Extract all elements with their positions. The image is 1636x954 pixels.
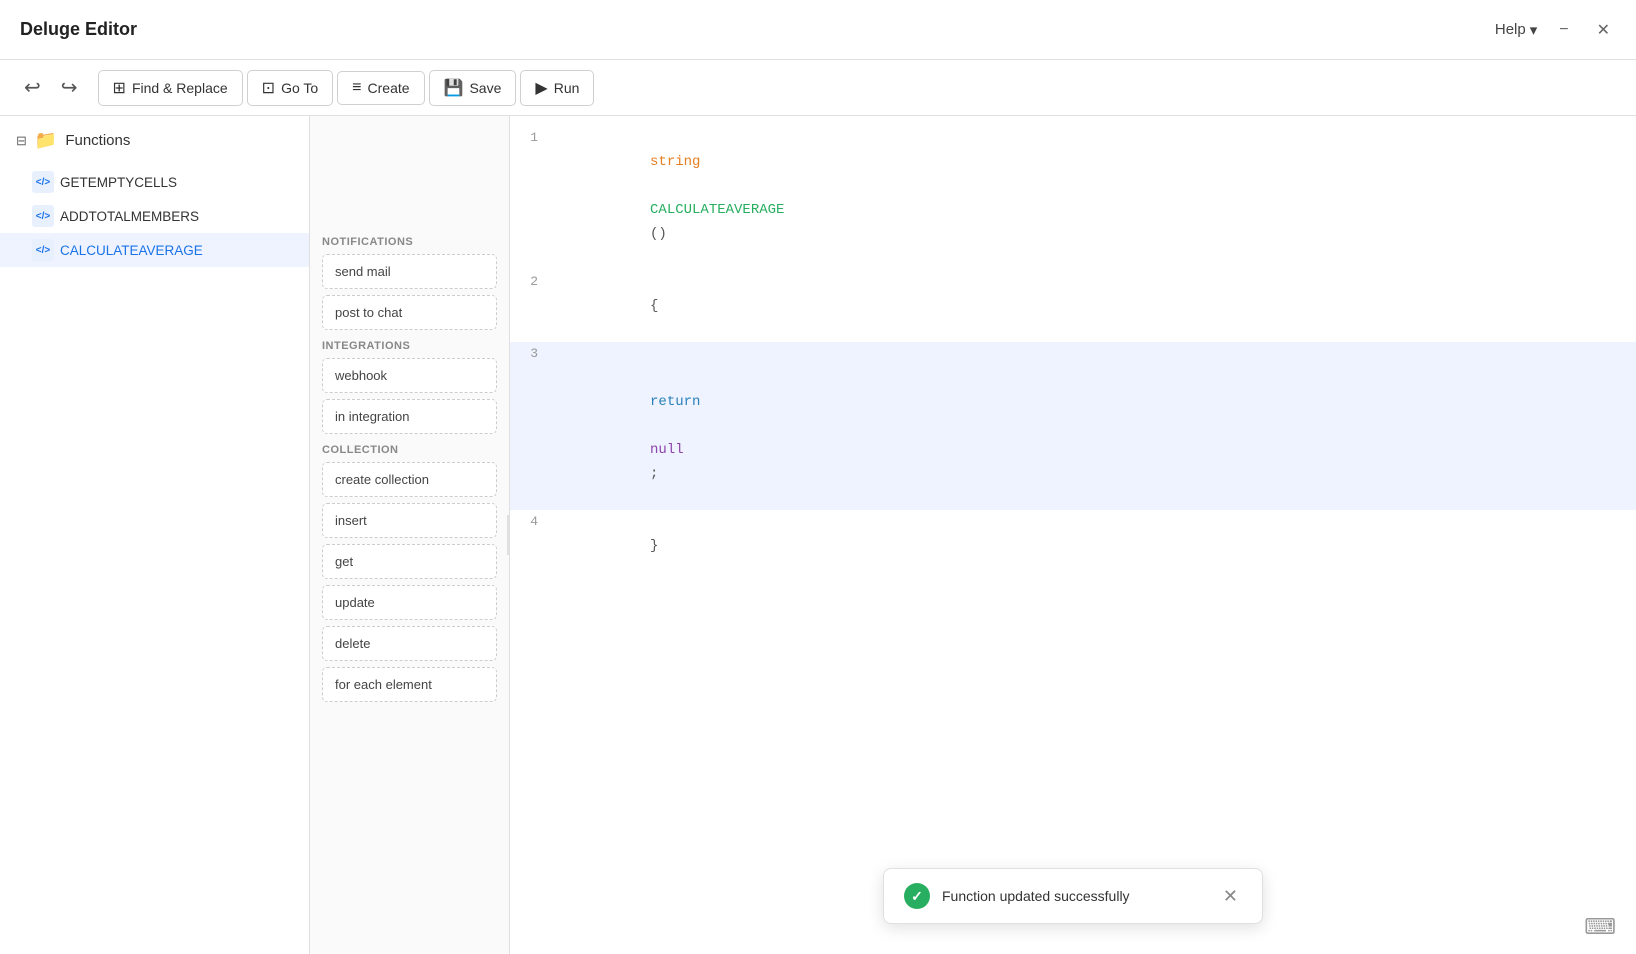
collection-section-label: COLLECTION xyxy=(322,444,497,456)
find-replace-button[interactable]: ⊞ Find & Replace xyxy=(98,70,243,106)
code-line-3: 3 return null ; xyxy=(510,342,1636,510)
snippet-panel: NOTIFICATIONS send mail post to chat INT… xyxy=(310,116,510,954)
fn-icon-addtotalmembers: </> xyxy=(32,205,54,227)
notifications-section-label: NOTIFICATIONS xyxy=(322,236,497,248)
fn-icon-calculateaverage: </> xyxy=(32,239,54,261)
titlebar: Deluge Editor Help ▾ − ✕ xyxy=(0,0,1636,60)
find-replace-icon: ⊞ xyxy=(113,78,126,98)
toast-close-button[interactable]: ✕ xyxy=(1219,884,1242,909)
delete-button[interactable]: delete xyxy=(322,626,497,661)
run-icon: ▶ xyxy=(535,78,547,98)
line-content-3: return null ; xyxy=(558,342,1636,510)
help-chevron-icon: ▾ xyxy=(1530,21,1538,39)
post-to-chat-button[interactable]: post to chat xyxy=(322,295,497,330)
sidebar: ⊟ 📁 Functions </> GETEMPTYCELLS </> ADDT… xyxy=(0,116,310,954)
code-line-2: 2 { xyxy=(510,270,1636,342)
main-layout: ⊟ 📁 Functions </> GETEMPTYCELLS </> ADDT… xyxy=(0,116,1636,954)
fn-icon-getemptycells: </> xyxy=(32,171,54,193)
sidebar-item-addtotalmembers[interactable]: </> ADDTOTALMEMBERS xyxy=(0,199,309,233)
goto-icon: ⊡ xyxy=(262,78,275,98)
save-icon: 💾 xyxy=(444,78,464,98)
goto-button[interactable]: ⊡ Go To xyxy=(247,70,334,106)
redo-button[interactable]: ↪ xyxy=(53,71,86,104)
folder-icon: 📁 xyxy=(35,130,57,151)
close-button[interactable]: ✕ xyxy=(1591,18,1616,42)
create-icon: ≡ xyxy=(352,79,361,97)
code-editor[interactable]: 1 string CALCULATEAVERAGE () 2 { 3 xyxy=(510,116,1636,954)
run-button[interactable]: ▶ Run xyxy=(520,70,594,106)
sidebar-item-getemptycells[interactable]: </> GETEMPTYCELLS xyxy=(0,165,309,199)
line-content-1: string CALCULATEAVERAGE () xyxy=(558,126,1636,270)
code-line-1: 1 string CALCULATEAVERAGE () xyxy=(510,126,1636,270)
update-button[interactable]: update xyxy=(322,585,497,620)
undo-button[interactable]: ↩ xyxy=(16,71,49,104)
send-mail-button[interactable]: send mail xyxy=(322,254,497,289)
titlebar-right: Help ▾ − ✕ xyxy=(1495,18,1616,42)
line-number-2: 2 xyxy=(510,270,558,294)
line-content-2: { xyxy=(558,270,1636,342)
line-number-3: 3 xyxy=(510,342,558,366)
toast-success-icon: ✓ xyxy=(904,883,930,909)
keyboard-icon[interactable]: ⌨ xyxy=(1584,914,1616,940)
integrations-section-label: INTEGRATIONS xyxy=(322,340,497,352)
line-number-1: 1 xyxy=(510,126,558,150)
toast-notification: ✓ Function updated successfully ✕ xyxy=(883,868,1263,924)
get-button[interactable]: get xyxy=(322,544,497,579)
sidebar-header: ⊟ 📁 Functions xyxy=(0,116,309,165)
line-number-4: 4 xyxy=(510,510,558,534)
sidebar-functions-label: Functions xyxy=(65,132,130,149)
expand-icon: ⊟ xyxy=(16,133,27,149)
checkmark-icon: ✓ xyxy=(911,888,923,905)
webhook-button[interactable]: webhook xyxy=(322,358,497,393)
toast-message: Function updated successfully xyxy=(942,888,1207,904)
undo-redo-group: ↩ ↪ xyxy=(16,71,86,104)
code-line-4: 4 } xyxy=(510,510,1636,582)
snippet-top-spacer xyxy=(322,126,497,226)
toolbar: ↩ ↪ ⊞ Find & Replace ⊡ Go To ≡ Create 💾 … xyxy=(0,60,1636,116)
create-collection-button[interactable]: create collection xyxy=(322,462,497,497)
for-each-element-button[interactable]: for each element xyxy=(322,667,497,702)
help-button[interactable]: Help ▾ xyxy=(1495,21,1537,39)
sidebar-item-label-addtotalmembers: ADDTOTALMEMBERS xyxy=(60,209,199,224)
insert-button[interactable]: insert xyxy=(322,503,497,538)
line-content-4: } xyxy=(558,510,1636,582)
sidebar-item-calculateaverage[interactable]: </> CALCULATEAVERAGE xyxy=(0,233,309,267)
in-integration-button[interactable]: in integration xyxy=(322,399,497,434)
sidebar-item-label-getemptycells: GETEMPTYCELLS xyxy=(60,175,177,190)
titlebar-left: Deluge Editor xyxy=(20,19,137,40)
save-button[interactable]: 💾 Save xyxy=(429,70,517,106)
app-title: Deluge Editor xyxy=(20,19,137,40)
create-button[interactable]: ≡ Create xyxy=(337,71,424,105)
minimize-button[interactable]: − xyxy=(1553,19,1574,41)
code-area: 1 string CALCULATEAVERAGE () 2 { 3 xyxy=(510,116,1636,592)
sidebar-item-label-calculateaverage: CALCULATEAVERAGE xyxy=(60,243,203,258)
